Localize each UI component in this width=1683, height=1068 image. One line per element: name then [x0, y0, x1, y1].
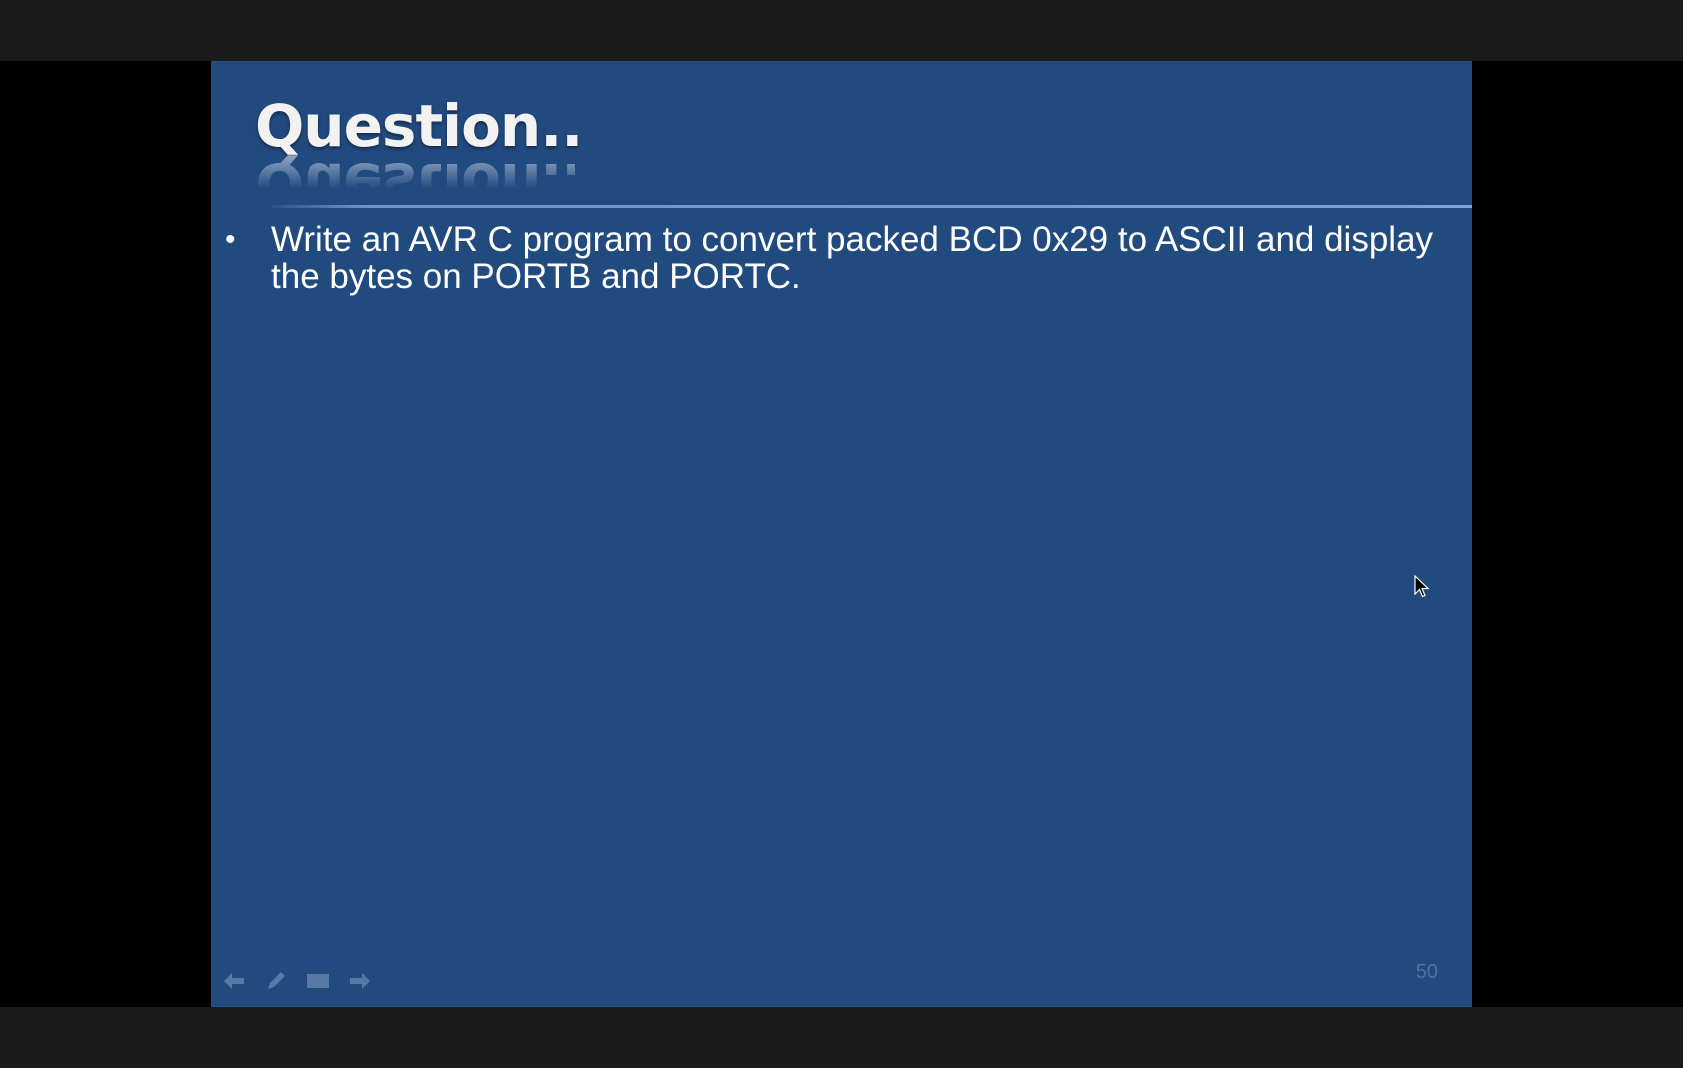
slide-number: 50 — [1415, 961, 1438, 983]
bullet-text: Write an AVR C program to convert packed… — [271, 220, 1434, 296]
pen-icon — [268, 972, 285, 989]
mouse-pointer-icon — [1414, 575, 1430, 598]
slide[interactable]: Question.. Question.. • Write an AVR C p… — [211, 61, 1472, 1007]
bullet-list: • Write an AVR C program to convert pack… — [225, 221, 1465, 295]
slide-menu-button[interactable] — [303, 966, 333, 996]
previous-slide-button[interactable] — [219, 966, 249, 996]
title-divider — [271, 205, 1472, 208]
slide-title-reflection-text: Question.. — [255, 155, 575, 189]
pen-button[interactable] — [261, 966, 291, 996]
bullet-item: • Write an AVR C program to convert pack… — [225, 221, 1465, 295]
slide-title: Question.. — [255, 92, 583, 160]
slide-navigation-controls — [219, 966, 375, 996]
window-top-bar — [0, 0, 1683, 61]
arrow-left-icon — [224, 973, 244, 989]
arrow-right-icon — [350, 973, 370, 989]
next-slide-button[interactable] — [345, 966, 375, 996]
window-bottom-bar — [0, 1007, 1683, 1068]
slide-title-reflection: Question.. — [255, 155, 575, 189]
slide-menu-icon — [307, 974, 329, 988]
bullet-marker: • — [225, 223, 236, 256]
